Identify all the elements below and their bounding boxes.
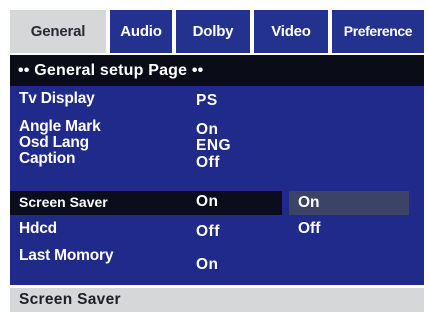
setting-value-tv-display: PS [196,92,218,109]
setting-label-tv-display[interactable]: Tv Display [19,90,95,108]
setting-value-screen-saver: On [196,193,219,210]
page-title-text: •• General setup Page •• [18,62,204,79]
tab-video[interactable]: Video [254,10,328,53]
setting-label-last-memory[interactable]: Last Momory [19,247,113,265]
dvd-setup-menu: General Audio Dolby Video Preference •• … [0,0,428,312]
submenu-option-on[interactable]: On [298,194,320,212]
tab-dolby[interactable]: Dolby [176,10,250,53]
setting-value-last-memory: On [196,256,219,273]
setting-value-osd-lang: ENG [196,137,232,154]
submenu-option-off[interactable]: Off [298,220,320,238]
status-text: Screen Saver [19,291,121,308]
tab-audio[interactable]: Audio [110,10,172,53]
tab-preference[interactable]: Preference [332,10,424,53]
setting-value-caption: Off [196,154,220,171]
setting-label-hdcd[interactable]: Hdcd [19,220,57,238]
setting-label-caption[interactable]: Caption [19,150,75,168]
tab-general[interactable]: General [10,10,106,53]
setting-value-hdcd: Off [196,223,220,240]
page-title: •• General setup Page •• [10,55,424,86]
setting-label-screen-saver[interactable]: Screen Saver [19,194,108,210]
